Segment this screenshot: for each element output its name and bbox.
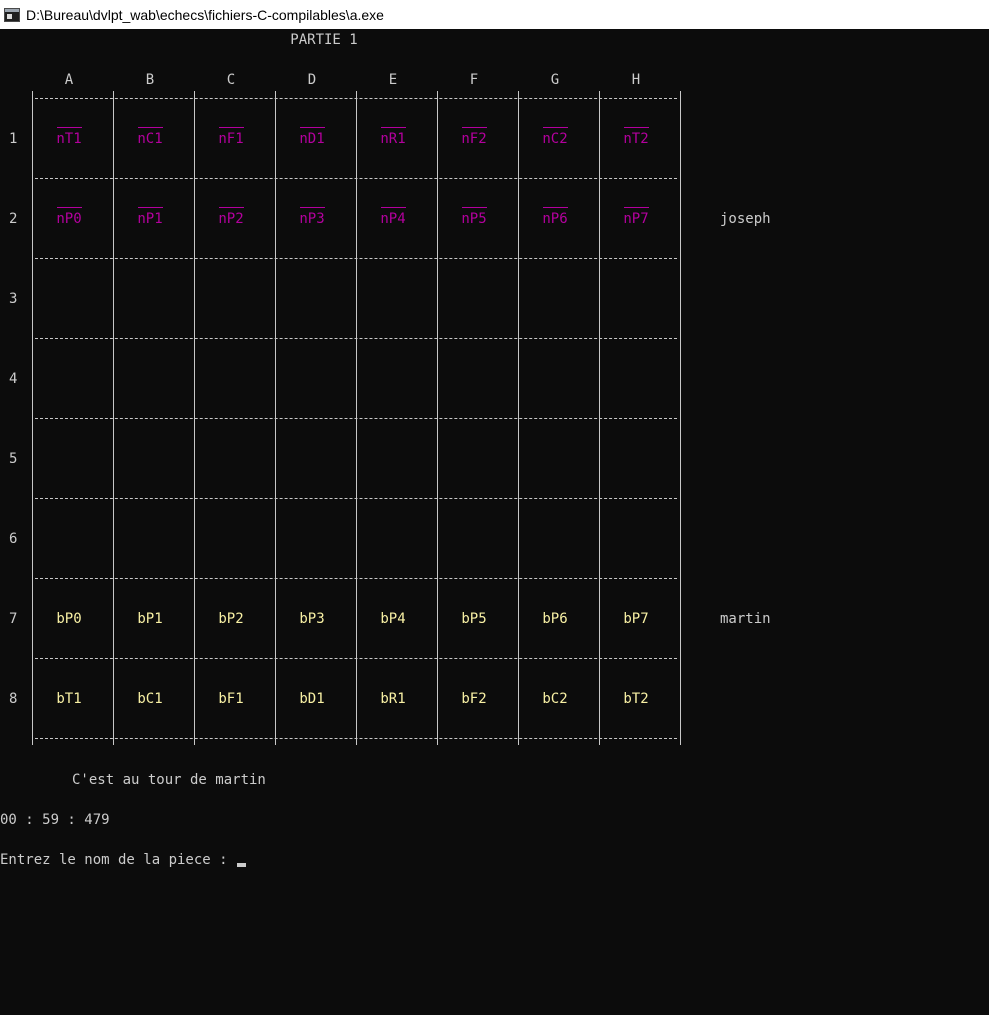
piece-overline bbox=[462, 207, 487, 208]
piece-overline bbox=[462, 127, 487, 128]
chess-piece-np1[interactable]: nP1 bbox=[137, 209, 162, 229]
chess-piece-np4[interactable]: nP4 bbox=[380, 209, 405, 229]
piece-overline bbox=[57, 207, 82, 208]
piece-overline bbox=[381, 207, 406, 208]
chess-piece-bp1[interactable]: bP1 bbox=[137, 609, 162, 629]
board-column-separator bbox=[437, 91, 438, 745]
board-column-separator bbox=[113, 91, 114, 745]
text-cursor[interactable] bbox=[237, 863, 247, 867]
board-column-separator bbox=[32, 91, 33, 745]
piece-overline bbox=[57, 127, 82, 128]
piece-overline bbox=[300, 207, 325, 208]
piece-overline bbox=[219, 207, 244, 208]
piece-overline bbox=[138, 127, 163, 128]
prompt-label: Entrez le nom de la piece : bbox=[0, 852, 237, 868]
command-prompt[interactable]: Entrez le nom de la piece : bbox=[0, 850, 247, 870]
player-name-joseph: joseph bbox=[720, 211, 771, 227]
chess-piece-nf1[interactable]: nF1 bbox=[218, 129, 243, 149]
board-column-separator bbox=[356, 91, 357, 745]
chess-piece-bc1[interactable]: bC1 bbox=[137, 689, 162, 709]
piece-overline bbox=[219, 127, 244, 128]
chess-piece-bp2[interactable]: bP2 bbox=[218, 609, 243, 629]
chess-piece-nf2[interactable]: nF2 bbox=[461, 129, 486, 149]
chess-piece-np3[interactable]: nP3 bbox=[299, 209, 324, 229]
game-timer: 00 : 59 : 479 bbox=[0, 812, 110, 828]
chess-piece-nc1[interactable]: nC1 bbox=[137, 129, 162, 149]
chess-piece-bp0[interactable]: bP0 bbox=[56, 609, 81, 629]
piece-overline bbox=[138, 207, 163, 208]
chess-piece-nc2[interactable]: nC2 bbox=[542, 129, 567, 149]
player-name-martin: martin bbox=[720, 611, 771, 627]
board-column-separator bbox=[599, 91, 600, 745]
console-output[interactable]: PARTIE 1 ABCDEFGH 12345678 nT1 nC1 nF1 nD1 n… bbox=[0, 29, 989, 1015]
turn-message: C'est au tour de martin bbox=[72, 772, 266, 788]
chess-piece-bp4[interactable]: bP4 bbox=[380, 609, 405, 629]
piece-overline bbox=[381, 127, 406, 128]
chess-piece-bd1[interactable]: bD1 bbox=[299, 689, 324, 709]
chess-piece-bt1[interactable]: bT1 bbox=[56, 689, 81, 709]
chess-piece-np0[interactable]: nP0 bbox=[56, 209, 81, 229]
chess-piece-np2[interactable]: nP2 bbox=[218, 209, 243, 229]
window-title: D:\Bureau\dvlpt_wab\echecs\fichiers-C-co… bbox=[26, 6, 384, 23]
chess-piece-br1[interactable]: bR1 bbox=[380, 689, 405, 709]
chess-piece-np6[interactable]: nP6 bbox=[542, 209, 567, 229]
chess-piece-bf1[interactable]: bF1 bbox=[218, 689, 243, 709]
piece-overline bbox=[543, 127, 568, 128]
chess-piece-bp5[interactable]: bP5 bbox=[461, 609, 486, 629]
chess-piece-nt1[interactable]: nT1 bbox=[56, 129, 81, 149]
piece-overline bbox=[300, 127, 325, 128]
board-column-separator bbox=[518, 91, 519, 745]
board-column-separator bbox=[680, 91, 681, 745]
chess-piece-np7[interactable]: nP7 bbox=[623, 209, 648, 229]
chess-piece-nr1[interactable]: nR1 bbox=[380, 129, 405, 149]
piece-overline bbox=[624, 127, 649, 128]
console-window-icon[interactable] bbox=[4, 7, 20, 22]
piece-overline bbox=[624, 207, 649, 208]
piece-overline bbox=[543, 207, 568, 208]
chess-piece-np5[interactable]: nP5 bbox=[461, 209, 486, 229]
chess-piece-bp6[interactable]: bP6 bbox=[542, 609, 567, 629]
chess-piece-bp7[interactable]: bP7 bbox=[623, 609, 648, 629]
chess-piece-nd1[interactable]: nD1 bbox=[299, 129, 324, 149]
chess-piece-nt2[interactable]: nT2 bbox=[623, 129, 648, 149]
chess-piece-bp3[interactable]: bP3 bbox=[299, 609, 324, 629]
chess-piece-bt2[interactable]: bT2 bbox=[623, 689, 648, 709]
board-column-separator bbox=[194, 91, 195, 745]
board-column-separator bbox=[275, 91, 276, 745]
window-titlebar[interactable]: D:\Bureau\dvlpt_wab\echecs\fichiers-C-co… bbox=[0, 0, 989, 29]
chess-piece-bc2[interactable]: bC2 bbox=[542, 689, 567, 709]
chess-piece-bf2[interactable]: bF2 bbox=[461, 689, 486, 709]
